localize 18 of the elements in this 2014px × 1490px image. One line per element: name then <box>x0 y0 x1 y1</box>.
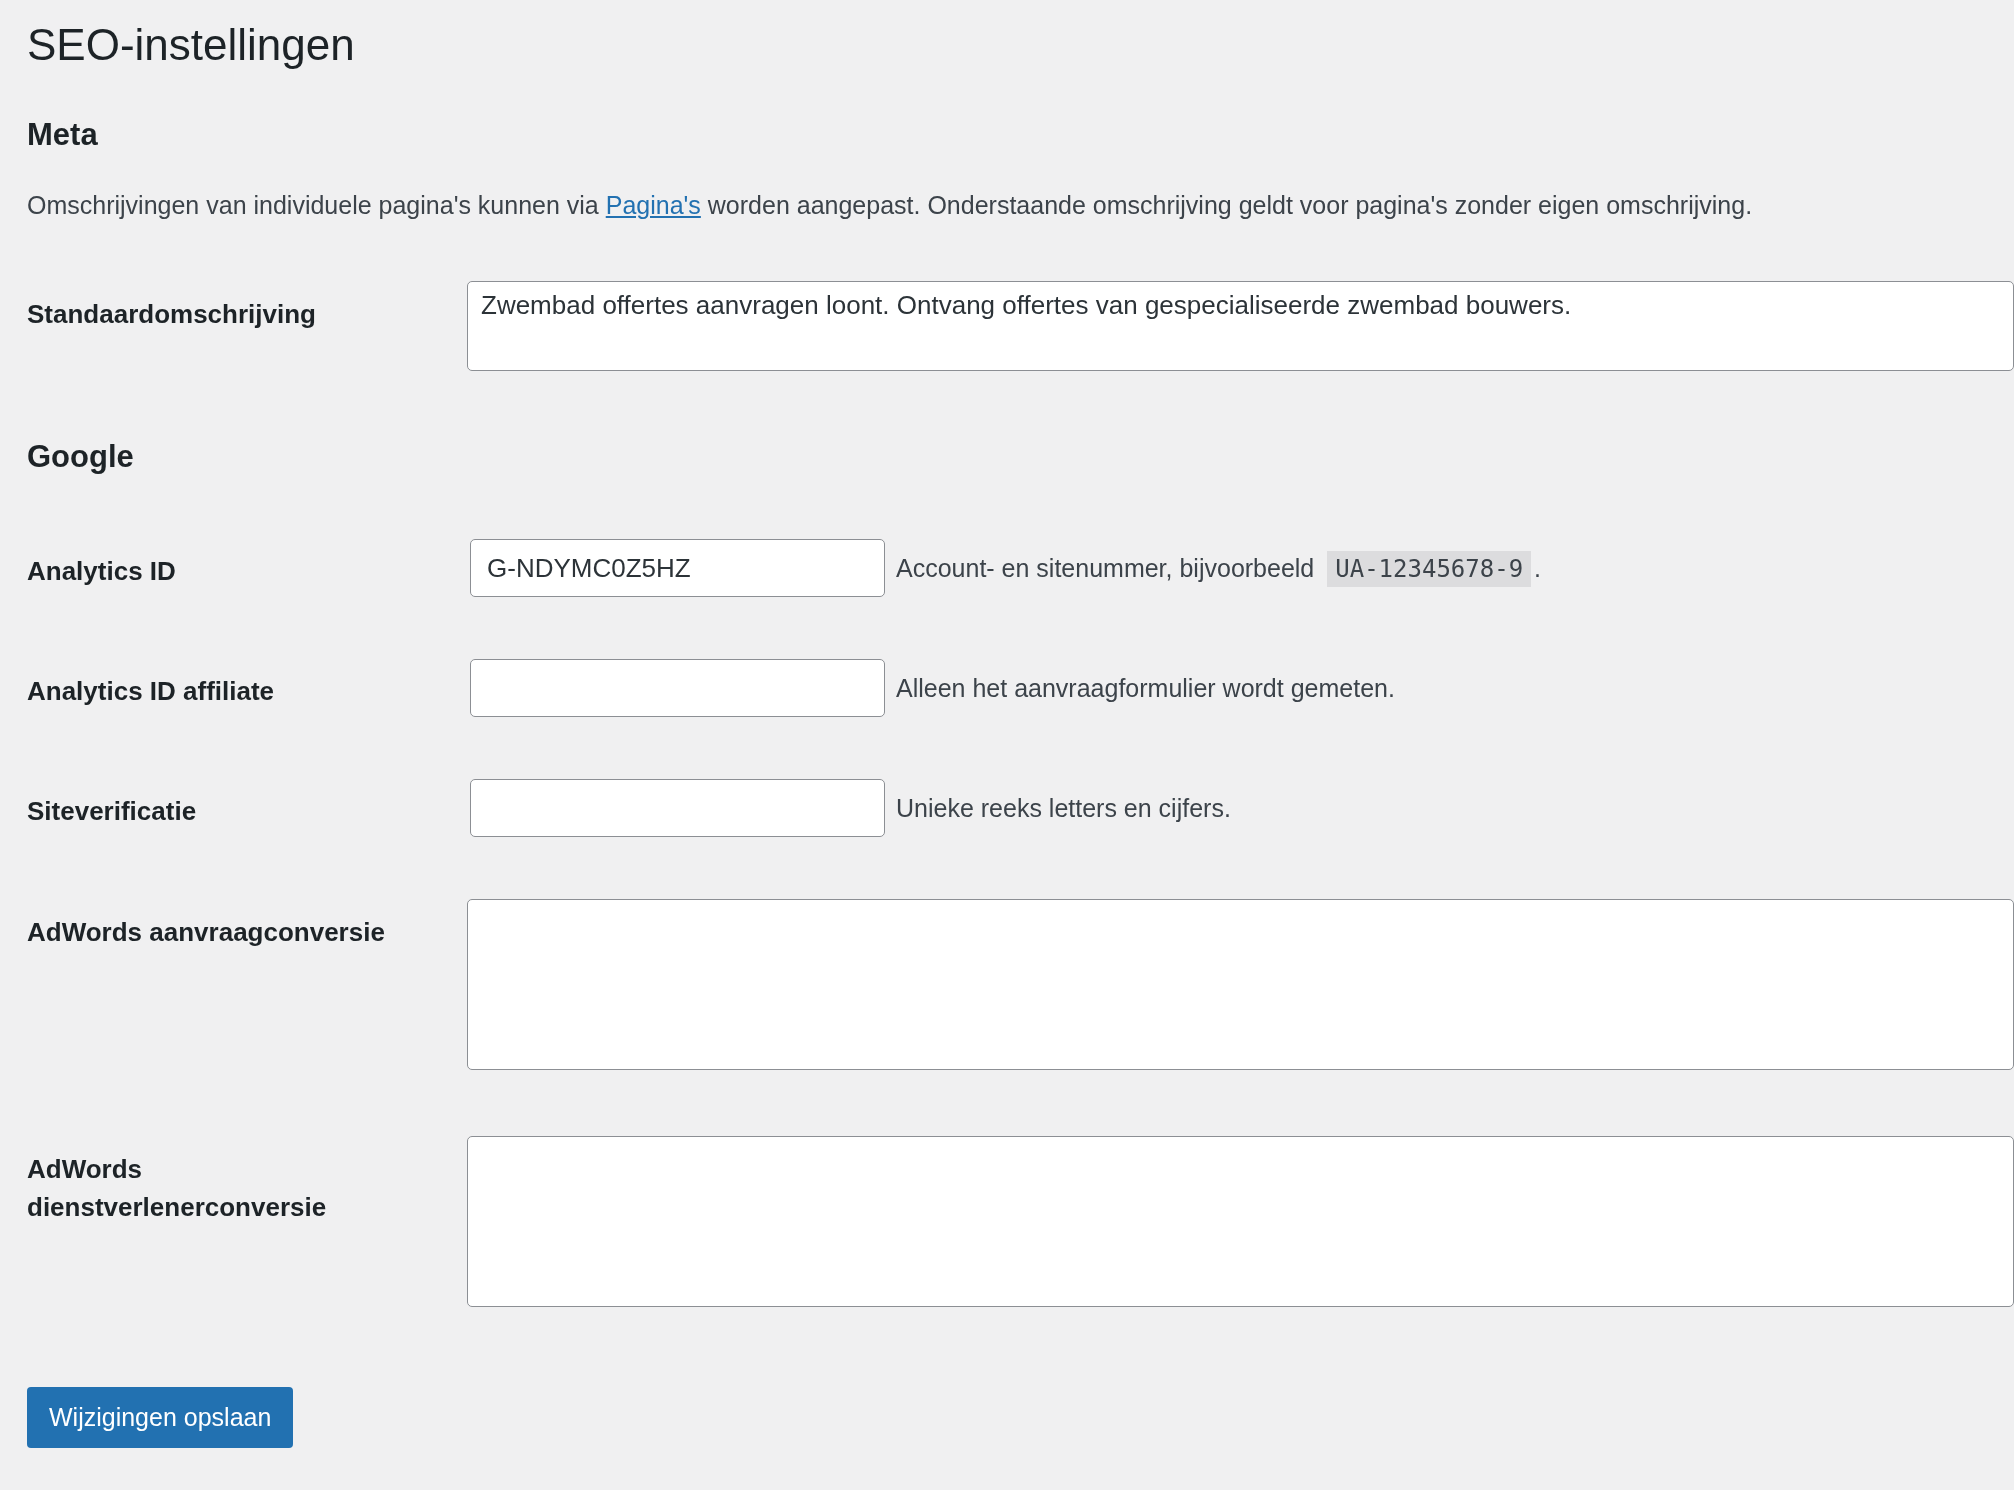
field-label: AdWords dienstverlenerconversie <box>27 1153 328 1224</box>
text-area[interactable]: Zwembad offertes aanvragen loont. Ontvang offertes van gespecialiseerde zwembad bouwers. <box>467 281 2014 371</box>
hint-text: Alleen het aanvraagformulier wordt gemeten. <box>896 673 1395 703</box>
save-button[interactable]: Wijzigingen opslaan <box>27 1387 294 1449</box>
input-field[interactable]: G-NDYMC0Z5HZ <box>470 539 885 598</box>
input-field[interactable] <box>470 779 885 838</box>
section-heading: Meta <box>27 116 99 155</box>
hint-text: Unieke reeks letters en cijfers. <box>896 793 1231 823</box>
description-text: Omschrijvingen van individuele pagina's kunnen via Pagina's worden aangepast. Onderstaande omschrijving geldt voor pagina's zonder eigen omschrijving. <box>27 190 1754 222</box>
page-title: SEO-instellingen <box>27 19 356 71</box>
section-heading: Google <box>27 438 135 476</box>
field-label: Standaardomschrijving <box>27 298 316 331</box>
field-label: Analytics ID affiliate <box>27 675 275 709</box>
input-field[interactable] <box>470 659 885 718</box>
field-label: Analytics ID <box>27 555 176 589</box>
field-label: AdWords aanvraagconversie <box>27 916 385 950</box>
field-label: Siteverificatie <box>27 795 197 829</box>
pages-link[interactable]: Pagina's <box>605 191 701 220</box>
